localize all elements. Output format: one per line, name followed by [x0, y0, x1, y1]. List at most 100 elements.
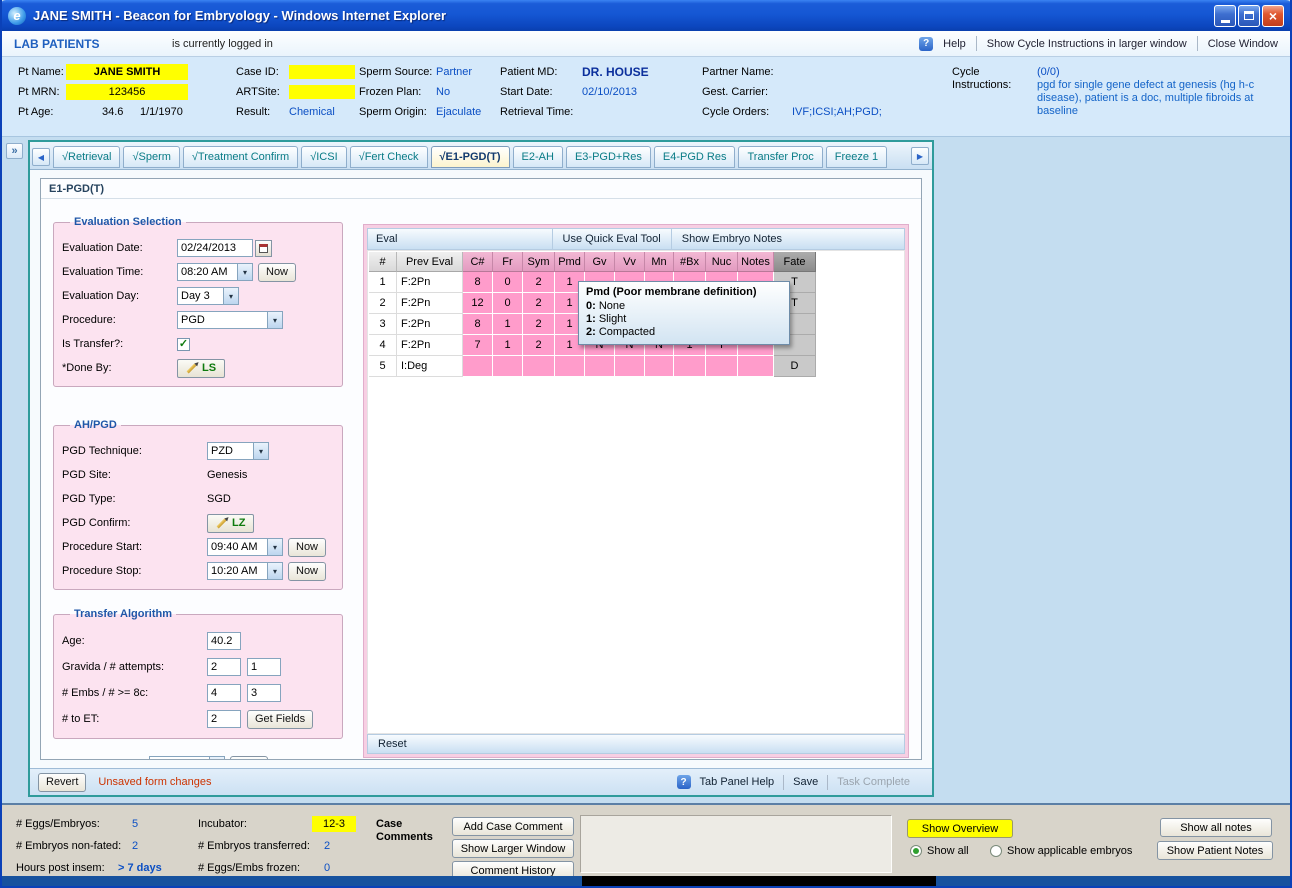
show-applicable-embryos-radio[interactable]	[990, 845, 1002, 857]
eval-cell[interactable]: 7	[463, 335, 493, 356]
tab-panel-help-link[interactable]: Tab Panel Help	[700, 776, 775, 788]
procedure-stop-select[interactable]: 10:20 AM ▾	[207, 562, 283, 580]
eval-cell[interactable]	[585, 356, 615, 377]
show-overview-button[interactable]: Show Overview	[907, 819, 1013, 838]
tab-fert-check[interactable]: √Fert Check	[350, 146, 428, 168]
gm2-time-select[interactable]: 10:25 AM ▾	[149, 756, 225, 759]
tab-sperm[interactable]: √Sperm	[123, 146, 179, 168]
eval-cell[interactable]	[706, 356, 738, 377]
evaluation-time-now-button[interactable]: Now	[258, 263, 296, 282]
eval-cell[interactable]	[523, 356, 555, 377]
dropdown-arrow-icon: ▾	[209, 757, 224, 759]
use-quick-eval-tool-button[interactable]: Use Quick Eval Tool	[552, 229, 671, 249]
eval-cell[interactable]	[738, 356, 774, 377]
close-window-link[interactable]: Close Window	[1208, 38, 1278, 50]
eval-cell[interactable]	[674, 356, 706, 377]
show-cycle-instructions-link[interactable]: Show Cycle Instructions in larger window	[987, 38, 1187, 50]
pgd-technique-select[interactable]: PZD ▾	[207, 442, 269, 460]
evaluation-date-input[interactable]: 02/24/2013	[177, 239, 253, 257]
tab-e1-pgd-t[interactable]: √E1-PGD(T)	[431, 146, 510, 168]
evaluation-time-select[interactable]: 08:20 AM ▾	[177, 263, 253, 281]
eval-column-header-sym[interactable]: Sym	[523, 252, 555, 272]
eval-column-header-c[interactable]: C#	[463, 252, 493, 272]
procedure-select[interactable]: PGD ▾	[177, 311, 283, 329]
pgd-confirm-button[interactable]: LZ	[207, 514, 254, 533]
sidebar-collapse-button[interactable]: »	[6, 143, 23, 159]
tab-e2-ah[interactable]: E2-AH	[513, 146, 563, 168]
show-embryo-notes-button[interactable]: Show Embryo Notes	[671, 229, 792, 249]
close-button[interactable]: ×	[1262, 5, 1284, 27]
eval-column-header-fr[interactable]: Fr	[493, 252, 523, 272]
eval-cell[interactable]: 2	[523, 335, 555, 356]
procedure-stop-now-button[interactable]: Now	[288, 562, 326, 581]
reset-button[interactable]: Reset	[368, 738, 417, 750]
eval-column-header-fate[interactable]: Fate	[774, 252, 816, 272]
maximize-button[interactable]	[1238, 5, 1260, 27]
to-et-input[interactable]: 2	[207, 710, 241, 728]
tab-retrieval[interactable]: √Retrieval	[53, 146, 120, 168]
eval-column-header-gv[interactable]: Gv	[585, 252, 615, 272]
eval-cell[interactable]: 8	[463, 272, 493, 293]
eval-cell[interactable]	[463, 356, 493, 377]
calendar-button[interactable]	[255, 240, 272, 257]
tab-e4-pgd-res[interactable]: E4-PGD Res	[654, 146, 736, 168]
embs-input[interactable]: 4	[207, 684, 241, 702]
show-patient-notes-button[interactable]: Show Patient Notes	[1157, 841, 1273, 860]
eval-cell[interactable]	[493, 356, 523, 377]
eval-fate-cell[interactable]: D	[774, 356, 816, 377]
show-all-notes-button[interactable]: Show all notes	[1160, 818, 1272, 837]
tab-scroll-left-button[interactable]: ◀	[32, 148, 50, 166]
eval-cell[interactable]	[555, 356, 585, 377]
tab-freeze-1[interactable]: Freeze 1	[826, 146, 887, 168]
eval-cell[interactable]: 12	[463, 293, 493, 314]
gm2-now-button[interactable]: Now	[230, 756, 268, 760]
tab-scroll-right-button[interactable]: ▶	[911, 147, 929, 165]
show-all-radio-label[interactable]: Show all	[927, 845, 969, 857]
embs-8c-input[interactable]: 3	[247, 684, 281, 702]
show-all-radio[interactable]	[910, 845, 922, 857]
age-input[interactable]: 40.2	[207, 632, 241, 650]
tab-icsi[interactable]: √ICSI	[301, 146, 346, 168]
tab-panel-help-icon[interactable]: ?	[677, 775, 691, 789]
show-applicable-embryos-label[interactable]: Show applicable embryos	[1007, 845, 1132, 857]
tab-e3-pgd-res[interactable]: E3-PGD+Res	[566, 146, 651, 168]
save-button[interactable]: Save	[793, 776, 818, 788]
eval-cell[interactable]	[645, 356, 674, 377]
eval-column-header-preveval[interactable]: Prev Eval	[397, 252, 463, 272]
procedure-start-select[interactable]: 09:40 AM ▾	[207, 538, 283, 556]
eval-column-header-[interactable]: #	[369, 252, 397, 272]
is-transfer-checkbox[interactable]	[177, 338, 190, 351]
eval-cell[interactable]: 2	[523, 314, 555, 335]
revert-button[interactable]: Revert	[38, 773, 86, 792]
eval-column-header-pmd[interactable]: Pmd	[555, 252, 585, 272]
eval-column-header-mn[interactable]: Mn	[645, 252, 674, 272]
eval-column-header-nuc[interactable]: Nuc	[706, 252, 738, 272]
evaluation-day-select[interactable]: Day 3 ▾	[177, 287, 239, 305]
eval-cell[interactable]: 2	[523, 293, 555, 314]
tab-treatment-confirm[interactable]: √Treatment Confirm	[183, 146, 298, 168]
eval-cell[interactable]: 0	[493, 272, 523, 293]
procedure-start-now-button[interactable]: Now	[288, 538, 326, 557]
eval-cell[interactable]: 0	[493, 293, 523, 314]
get-fields-button[interactable]: Get Fields	[247, 710, 313, 729]
eval-cell[interactable]: 2	[523, 272, 555, 293]
eval-cell[interactable]: 1	[493, 314, 523, 335]
eval-column-header-vv[interactable]: Vv	[615, 252, 645, 272]
eval-column-header-bx[interactable]: #Bx	[674, 252, 706, 272]
add-case-comment-button[interactable]: Add Case Comment	[452, 817, 574, 836]
eval-column-header-notes[interactable]: Notes	[738, 252, 774, 272]
eval-cell[interactable]: 8	[463, 314, 493, 335]
eval-cell[interactable]: 1	[493, 335, 523, 356]
show-larger-window-button[interactable]: Show Larger Window	[452, 839, 574, 858]
attempts-input[interactable]: 1	[247, 658, 281, 676]
gravida-input[interactable]: 2	[207, 658, 241, 676]
minimize-button[interactable]	[1214, 5, 1236, 27]
comment-history-button[interactable]: Comment History	[452, 861, 574, 876]
eval-cell[interactable]	[615, 356, 645, 377]
done-by-button[interactable]: LS	[177, 359, 225, 378]
case-comments-box[interactable]	[580, 815, 892, 873]
tab-transfer-proc[interactable]: Transfer Proc	[738, 146, 822, 168]
help-link[interactable]: Help	[943, 38, 966, 50]
help-icon[interactable]: ?	[919, 37, 933, 51]
hours-post-insem-value: > 7 days	[118, 862, 162, 874]
